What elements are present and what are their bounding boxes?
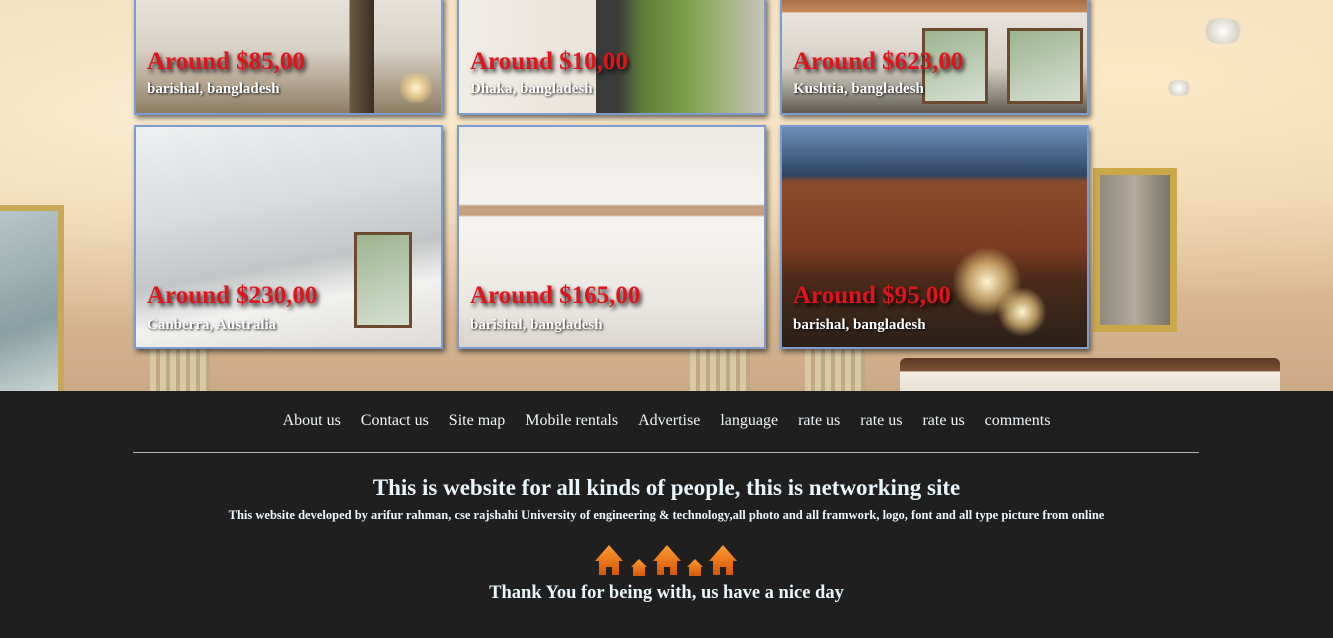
footer-link-comments[interactable]: comments <box>985 412 1051 429</box>
footer-heading: This is website for all kinds of people,… <box>372 475 961 500</box>
listing-card[interactable]: Around $165,00 barishal, bangladesh <box>457 125 766 349</box>
footer-link-site-map[interactable]: Site map <box>449 412 505 429</box>
footer-link-advertise[interactable]: Advertise <box>638 412 700 429</box>
listing-price: Around $165,00 <box>470 282 641 309</box>
footer-divider <box>133 452 1199 453</box>
curtain-left <box>150 345 210 391</box>
wall-painting-left <box>0 205 64 391</box>
bed-headboard <box>900 358 1280 391</box>
listing-location: barishal, bangladesh <box>470 317 603 333</box>
listing-card[interactable]: Around $95,00 barishal, bangladesh <box>780 125 1089 349</box>
listing-card[interactable]: Around $10,00 Dhaka, bangladesh <box>457 0 766 115</box>
hero-background: Around $85,00 barishal, bangladesh Aroun… <box>0 0 1333 391</box>
listing-price: Around $95,00 <box>793 282 951 309</box>
listing-price: Around $623,00 <box>793 48 964 75</box>
footer-link-about-us[interactable]: About us <box>283 412 341 429</box>
listing-price: Around $10,00 <box>470 48 628 75</box>
listing-card[interactable]: Around $230,00 Canberra, Australia <box>134 125 443 349</box>
footer-link-rate-us[interactable]: rate us <box>798 412 840 429</box>
footer-thanks: Thank You for being with, us have a nice… <box>489 583 844 603</box>
listing-location: Kushtia, bangladesh <box>793 81 924 97</box>
listing-location: Canberra, Australia <box>147 317 277 333</box>
listing-card[interactable]: Around $85,00 barishal, bangladesh <box>134 0 443 115</box>
footer-link-rate-us[interactable]: rate us <box>860 412 902 429</box>
house-logo-icon <box>593 541 743 579</box>
listing-price: Around $85,00 <box>147 48 305 75</box>
footer-link-language[interactable]: language <box>720 412 778 429</box>
site-footer: About us Contact us Site map Mobile rent… <box>0 391 1333 638</box>
listing-location: Dhaka, bangladesh <box>470 81 593 97</box>
listing-price: Around $230,00 <box>147 282 318 309</box>
footer-credit: This website developed by arifur rahman,… <box>228 508 1105 522</box>
listing-card[interactable]: Around $623,00 Kushtia, bangladesh <box>780 0 1089 115</box>
wall-painting-right <box>1093 168 1177 332</box>
curtain-right <box>805 345 865 391</box>
listing-photo <box>459 127 764 347</box>
footer-nav: About us Contact us Site map Mobile rent… <box>0 412 1333 430</box>
footer-link-contact-us[interactable]: Contact us <box>361 412 429 429</box>
listing-location: barishal, bangladesh <box>793 317 926 333</box>
footer-link-rate-us[interactable]: rate us <box>922 412 964 429</box>
listing-location: barishal, bangladesh <box>147 81 280 97</box>
footer-link-mobile-rentals[interactable]: Mobile rentals <box>525 412 618 429</box>
ceiling-light <box>1165 80 1193 96</box>
ceiling-light <box>1200 18 1246 44</box>
curtain-middle <box>690 345 750 391</box>
listing-photo <box>782 127 1087 347</box>
listing-photo <box>136 127 441 347</box>
